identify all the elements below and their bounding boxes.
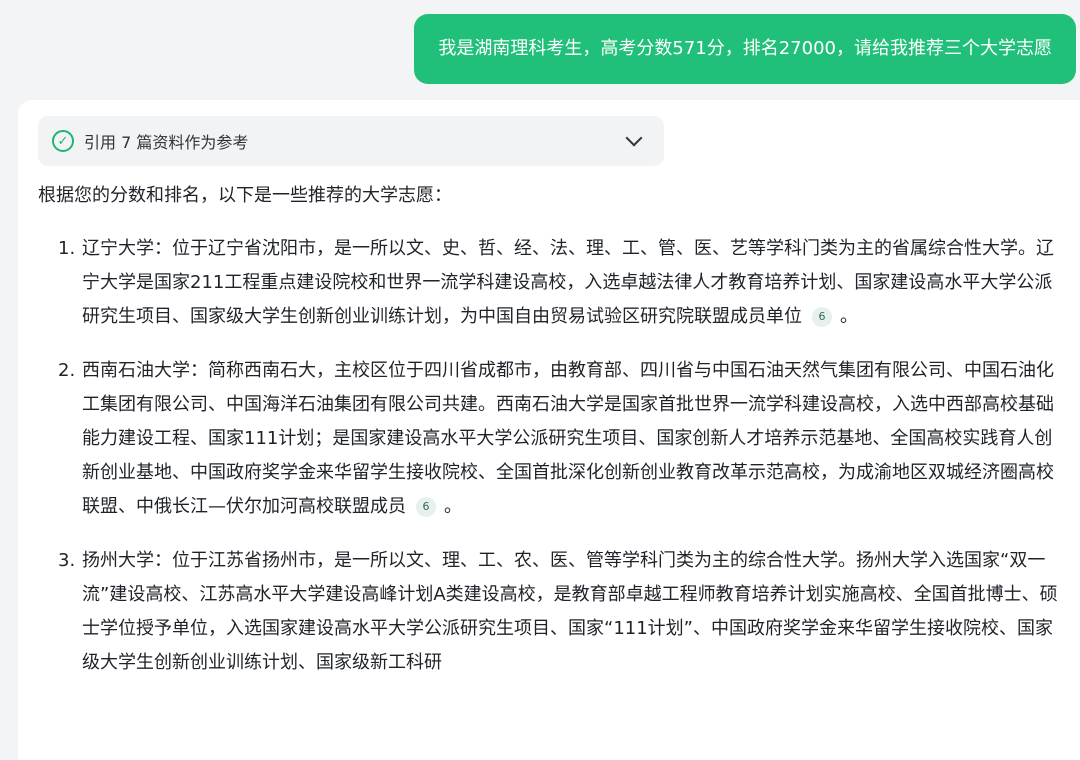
recommendation-list: 1. 辽宁大学：位于辽宁省沈阳市，是一所以文、史、哲、经、法、理、工、管、医、艺… — [58, 232, 1058, 700]
list-item-tail: 。 — [840, 306, 858, 327]
list-item-text: 辽宁大学：位于辽宁省沈阳市，是一所以文、史、哲、经、法、理、工、管、医、艺等学科… — [82, 238, 1054, 327]
references-toggle[interactable]: ✓ 引用 7 篇资料作为参考 — [38, 116, 664, 166]
answer-intro: 根据您的分数和排名，以下是一些推荐的大学志愿： — [38, 185, 452, 206]
user-message-row: 我是湖南理科考生，高考分数571分，排名27000，请给我推荐三个大学志愿 — [414, 14, 1076, 84]
list-item-tail: 。 — [444, 496, 462, 517]
list-item-number: 1. — [58, 238, 76, 259]
assistant-answer-card: ✓ 引用 7 篇资料作为参考 根据您的分数和排名，以下是一些推荐的大学志愿： 1… — [18, 100, 1080, 760]
list-item-body: 辽宁大学：位于辽宁省沈阳市，是一所以文、史、哲、经、法、理、工、管、医、艺等学科… — [82, 232, 1058, 334]
list-item-text: 西南石油大学：简称西南石大，主校区位于四川省成都市，由教育部、四川省与中国石油天… — [82, 360, 1054, 517]
chevron-down-icon — [625, 129, 643, 147]
list-item: 3. 扬州大学：位于江苏省扬州市，是一所以文、理、工、农、医、管等学科门类为主的… — [58, 544, 1058, 680]
list-item-text: 扬州大学：位于江苏省扬州市，是一所以文、理、工、农、医、管等学科门类为主的综合性… — [82, 550, 1058, 673]
user-message-bubble: 我是湖南理科考生，高考分数571分，排名27000，请给我推荐三个大学志愿 — [414, 14, 1076, 84]
list-item: 1. 辽宁大学：位于辽宁省沈阳市，是一所以文、史、哲、经、法、理、工、管、医、艺… — [58, 232, 1058, 334]
list-item-number: 3. — [58, 550, 76, 571]
citation-badge[interactable]: 6 — [812, 307, 832, 327]
list-item-number: 2. — [58, 360, 76, 381]
list-item-body: 扬州大学：位于江苏省扬州市，是一所以文、理、工、农、医、管等学科门类为主的综合性… — [82, 544, 1058, 680]
list-item-body: 西南石油大学：简称西南石大，主校区位于四川省成都市，由教育部、四川省与中国石油天… — [82, 354, 1058, 524]
check-circle-icon: ✓ — [52, 130, 74, 152]
list-item: 2. 西南石油大学：简称西南石大，主校区位于四川省成都市，由教育部、四川省与中国… — [58, 354, 1058, 524]
references-label: 引用 7 篇资料作为参考 — [84, 133, 249, 152]
citation-badge[interactable]: 6 — [416, 497, 436, 517]
